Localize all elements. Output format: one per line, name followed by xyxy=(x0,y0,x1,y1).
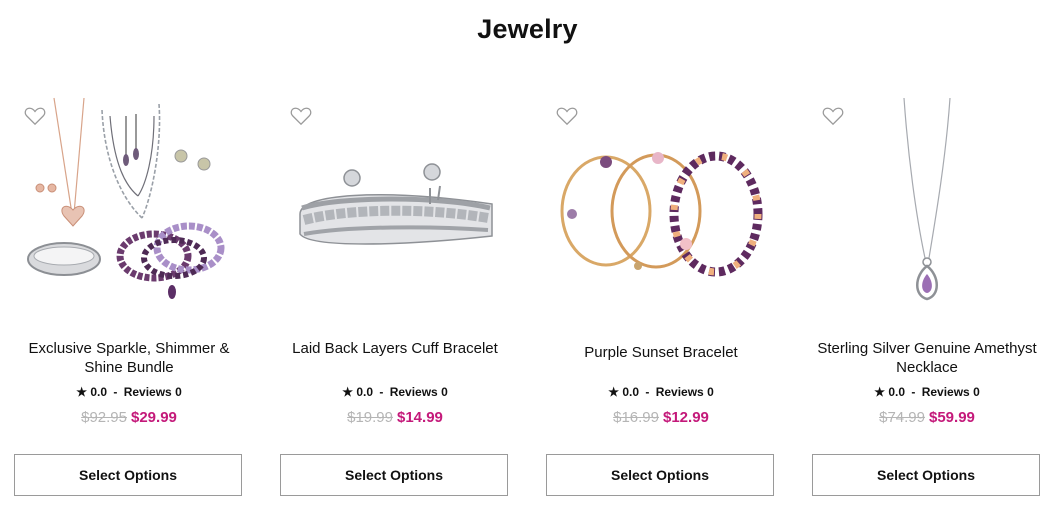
reviews-label: Reviews xyxy=(123,385,172,399)
reviews-label: Reviews xyxy=(389,385,438,399)
original-price: $74.99 xyxy=(879,409,925,426)
reviews-label: Reviews xyxy=(655,385,704,399)
product-price: $92.95 $29.99 xyxy=(14,409,244,426)
select-options-button[interactable]: Select Options xyxy=(812,454,1040,496)
original-price: $92.95 xyxy=(81,409,127,426)
product-card: Purple Sunset Bracelet ★ 0.0 - Reviews 0… xyxy=(546,96,776,499)
product-price: $16.99 $12.99 xyxy=(546,409,776,426)
product-rating: ★ 0.0 - Reviews 0 xyxy=(812,385,1042,399)
product-rating: ★ 0.0 - Reviews 0 xyxy=(280,385,510,399)
product-name[interactable]: Exclusive Sparkle, Shimmer & Shine Bundl… xyxy=(14,339,244,377)
reviews-count: 0 xyxy=(707,385,714,399)
heart-outline-icon[interactable] xyxy=(556,106,578,126)
product-card: Sterling Silver Genuine Amethyst Necklac… xyxy=(812,96,1042,499)
rating-value: 0.0 xyxy=(888,385,906,399)
beaded-bracelet-image[interactable] xyxy=(546,96,776,306)
rating-value: 0.0 xyxy=(90,385,108,399)
jewelry-bundle-image[interactable] xyxy=(14,96,244,306)
silver-cuff-bracelet-image[interactable] xyxy=(280,96,510,306)
sale-price: $59.99 xyxy=(929,409,975,426)
rating-separator: - xyxy=(911,385,916,399)
product-card: Exclusive Sparkle, Shimmer & Shine Bundl… xyxy=(14,96,244,499)
star-icon: ★ xyxy=(342,385,353,399)
heart-outline-icon[interactable] xyxy=(822,106,844,126)
original-price: $16.99 xyxy=(613,409,659,426)
sale-price: $14.99 xyxy=(397,409,443,426)
product-card: Laid Back Layers Cuff Bracelet ★ 0.0 - R… xyxy=(280,96,510,499)
reviews-count: 0 xyxy=(441,385,448,399)
select-options-button[interactable]: Select Options xyxy=(14,454,242,496)
product-price: $74.99 $59.99 xyxy=(812,409,1042,426)
rating-separator: - xyxy=(645,385,650,399)
select-options-button[interactable]: Select Options xyxy=(280,454,508,496)
product-name[interactable]: Sterling Silver Genuine Amethyst Necklac… xyxy=(812,339,1042,377)
sale-price: $12.99 xyxy=(663,409,709,426)
product-name[interactable]: Laid Back Layers Cuff Bracelet xyxy=(280,339,510,358)
heart-outline-icon[interactable] xyxy=(24,106,46,126)
reviews-label: Reviews xyxy=(921,385,970,399)
reviews-count: 0 xyxy=(175,385,182,399)
page-title: Jewelry xyxy=(477,14,578,44)
amethyst-necklace-image[interactable] xyxy=(812,96,1042,306)
rating-value: 0.0 xyxy=(356,385,374,399)
star-icon: ★ xyxy=(76,385,87,399)
rating-value: 0.0 xyxy=(622,385,640,399)
product-price: $19.99 $14.99 xyxy=(280,409,510,426)
product-name[interactable]: Purple Sunset Bracelet xyxy=(546,343,776,362)
product-rating: ★ 0.0 - Reviews 0 xyxy=(546,385,776,399)
rating-separator: - xyxy=(379,385,384,399)
rating-separator: - xyxy=(113,385,118,399)
sale-price: $29.99 xyxy=(131,409,177,426)
star-icon: ★ xyxy=(874,385,885,399)
star-icon: ★ xyxy=(608,385,619,399)
heart-outline-icon[interactable] xyxy=(290,106,312,126)
select-options-button[interactable]: Select Options xyxy=(546,454,774,496)
product-rating: ★ 0.0 - Reviews 0 xyxy=(14,385,244,399)
original-price: $19.99 xyxy=(347,409,393,426)
reviews-count: 0 xyxy=(973,385,980,399)
